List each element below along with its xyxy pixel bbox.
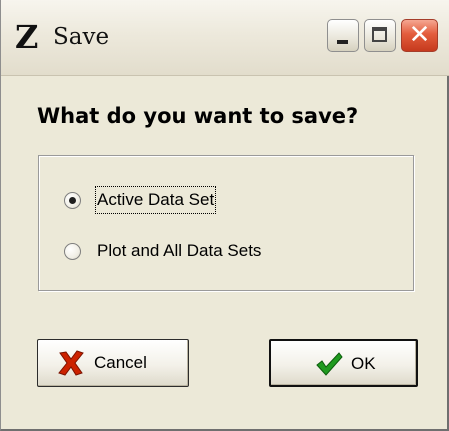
green-checkmark-icon: [316, 352, 343, 376]
cancel-button[interactable]: Cancel: [37, 339, 189, 387]
app-z-icon[interactable]: Z: [15, 20, 45, 54]
window-title: Save: [53, 24, 110, 50]
title-bar[interactable]: Z Save ✕: [1, 0, 449, 76]
close-button[interactable]: ✕: [401, 19, 438, 52]
minimize-icon: [337, 40, 348, 44]
radio-label-plot-and-all-data-sets[interactable]: Plot and All Data Sets: [97, 239, 261, 263]
red-x-icon: [58, 350, 84, 376]
radio-button-unselected[interactable]: [64, 243, 81, 260]
maximize-icon: [372, 27, 387, 42]
radio-plot-and-all-data-sets[interactable]: Plot and All Data Sets: [64, 237, 384, 267]
save-dialog: Z Save ✕ What do you want to save? Activ…: [0, 0, 449, 431]
ok-label: OK: [351, 354, 376, 373]
radio-active-data-set[interactable]: Active Data Set: [64, 186, 384, 216]
close-icon: ✕: [408, 20, 431, 50]
save-options-group: Active Data Set Plot and All Data Sets: [38, 155, 414, 291]
maximize-button[interactable]: [364, 19, 396, 52]
ok-button[interactable]: OK: [269, 339, 418, 387]
radio-label-active-data-set[interactable]: Active Data Set: [94, 186, 217, 214]
radio-button-selected[interactable]: [64, 192, 81, 209]
cancel-label: Cancel: [94, 353, 147, 372]
dialog-question: What do you want to save?: [37, 104, 359, 128]
radio-dot-icon: [69, 197, 76, 204]
minimize-button[interactable]: [327, 19, 359, 52]
